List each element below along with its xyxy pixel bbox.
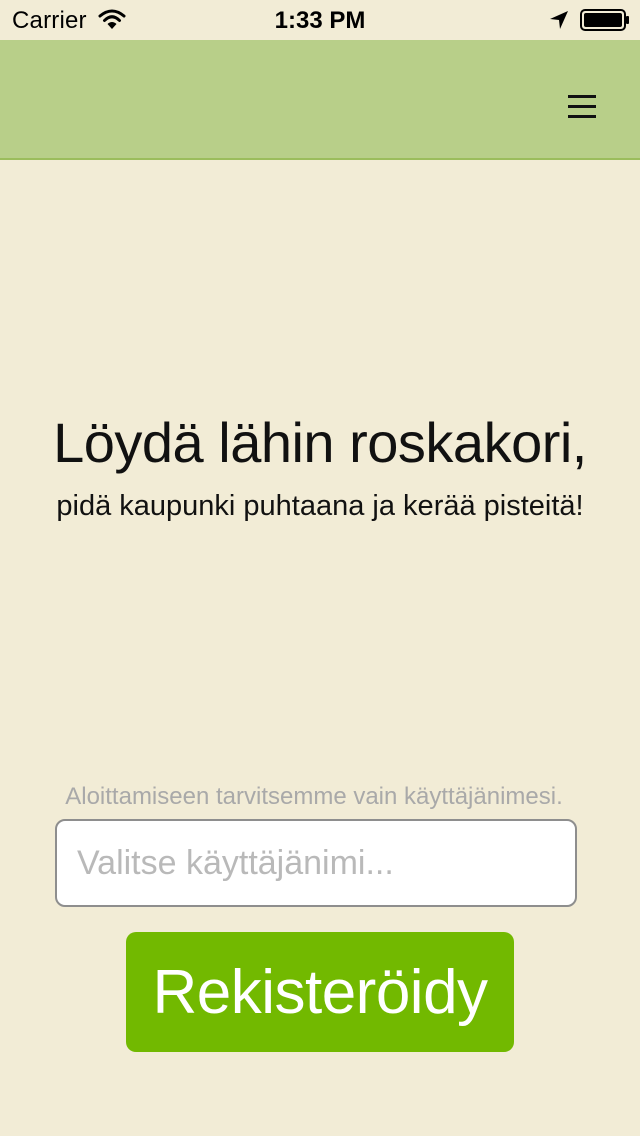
hero-title: Löydä lähin roskakori, [53, 411, 587, 474]
hero-section: Löydä lähin roskakori, pidä kaupunki puh… [0, 408, 640, 524]
hero-subtitle: pidä kaupunki puhtaana ja kerää pisteitä… [56, 490, 584, 522]
nav-bar [0, 40, 640, 160]
hamburger-menu-icon[interactable] [568, 92, 600, 122]
username-hint: Aloittamiseen tarvitsemme vain käyttäjän… [65, 783, 563, 810]
register-button[interactable]: Rekisteröidy [126, 932, 514, 1052]
battery-icon [580, 9, 629, 31]
username-input[interactable] [55, 819, 577, 907]
status-time: 1:33 PM [274, 7, 366, 34]
status-bar: Carrier 1:33 PM [0, 0, 640, 40]
location-arrow-icon [550, 11, 568, 29]
